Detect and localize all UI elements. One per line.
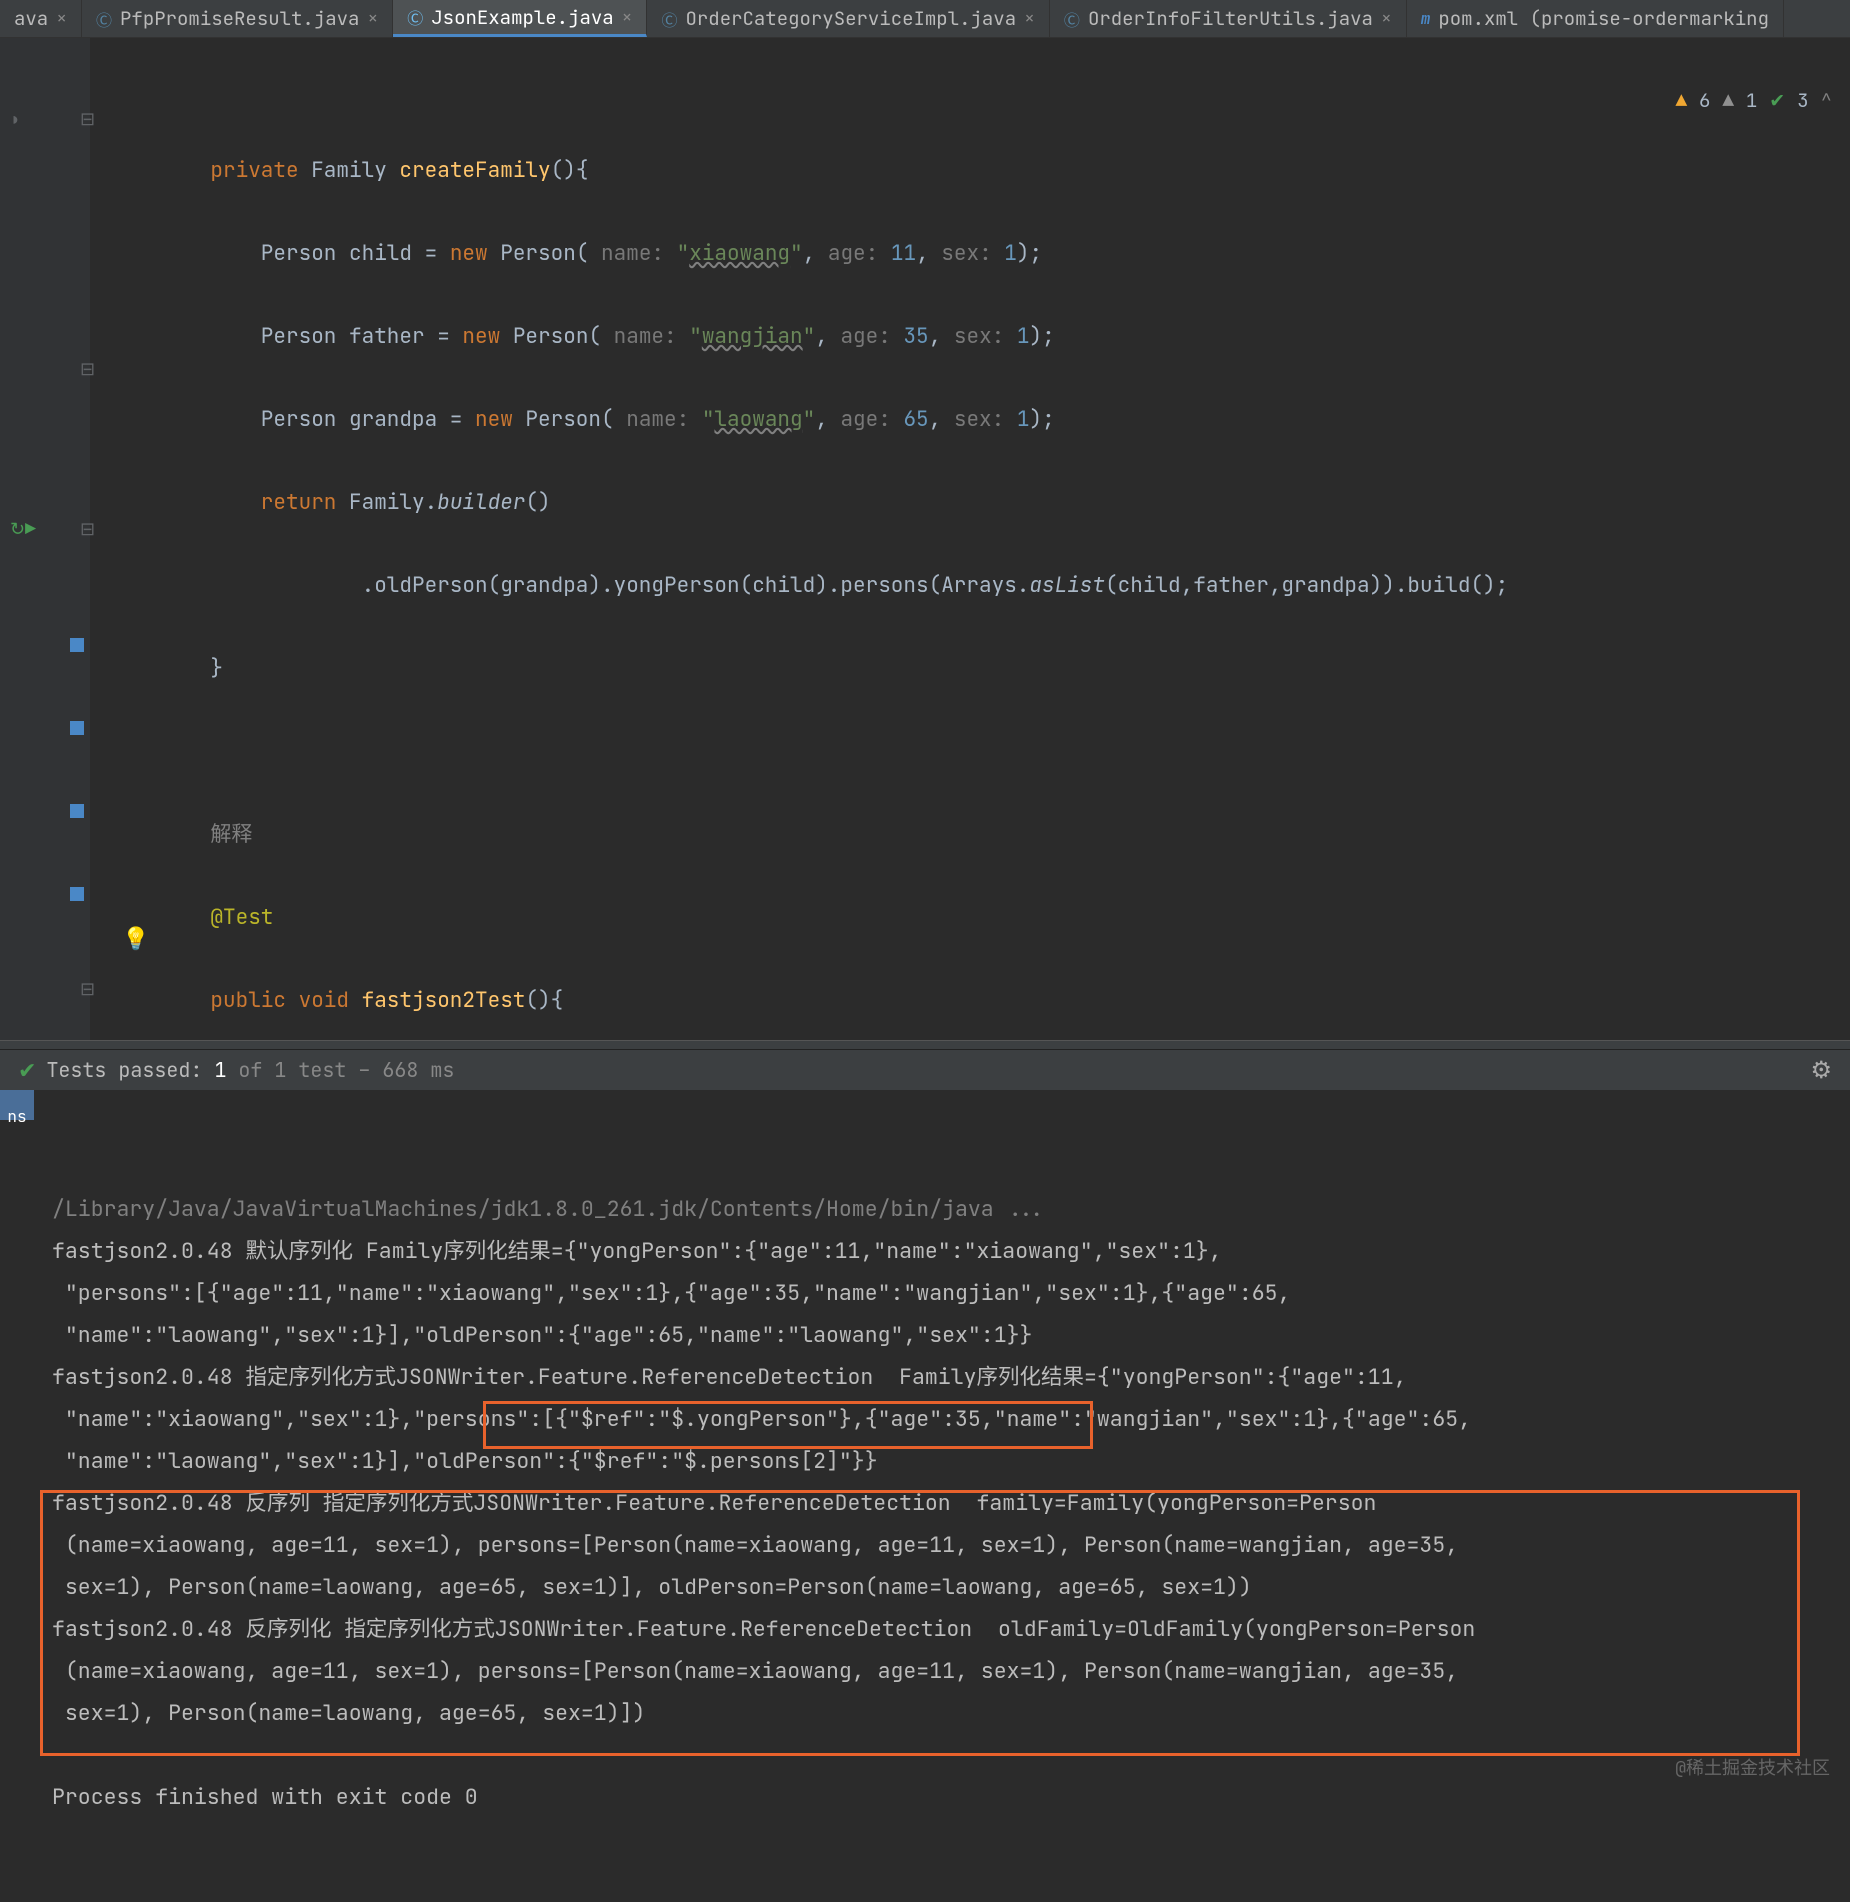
console-line: "name":"laowang","sex":1}],"oldPerson":{… — [52, 1447, 878, 1475]
tests-passed-label: Tests passed: 1 of 1 test – 668 ms — [46, 1057, 454, 1083]
java-class-icon: Ⓒ — [407, 5, 423, 29]
tab-label: OrderInfoFilterUtils.java — [1088, 6, 1373, 31]
console-line: fastjson2.0.48 默认序列化 Family序列化结果={"yongP… — [52, 1237, 1222, 1265]
tab-ava[interactable]: ava × — [0, 0, 82, 37]
tab-label: PfpPromiseResult.java — [120, 6, 359, 31]
console-line: fastjson2.0.48 指定序列化方式JSONWriter.Feature… — [52, 1363, 1407, 1391]
tab-label: ava — [14, 6, 48, 31]
close-icon[interactable]: × — [622, 6, 633, 29]
run-test-icon[interactable]: ↻▶ — [10, 518, 36, 541]
tab-label: OrderCategoryServiceImpl.java — [686, 6, 1017, 31]
close-icon[interactable]: × — [56, 7, 67, 30]
breakpoint-icon[interactable] — [70, 887, 84, 901]
panel-divider[interactable] — [0, 1040, 1850, 1050]
lightbulb-icon[interactable]: 💡 — [122, 924, 149, 953]
java-class-icon: Ⓒ — [661, 7, 677, 31]
close-icon[interactable]: × — [367, 7, 378, 30]
maven-icon: m — [1421, 8, 1431, 29]
console-line: fastjson2.0.48 反序列化 指定序列化方式JSONWriter.Fe… — [52, 1615, 1475, 1643]
watermark: @稀土掘金技术社区 — [1675, 1754, 1830, 1780]
tab-pom[interactable]: m pom.xml (promise-ordermarking — [1407, 0, 1784, 37]
tab-orderinfofilterutils[interactable]: Ⓒ OrderInfoFilterUtils.java × — [1050, 0, 1407, 37]
editor-gutter[interactable]: ◗ ↻▶ ⊟ ⊟ ⊟ ⊟ — [0, 38, 90, 1040]
console-line: "name":"xiaowang","sex":1},"persons":[{"… — [52, 1405, 1471, 1433]
fold-icon[interactable]: ⊟ — [80, 358, 95, 381]
tab-pfppromiseresult[interactable]: Ⓒ PfpPromiseResult.java × — [82, 0, 393, 37]
breakpoint-icon[interactable] — [70, 804, 84, 818]
tab-jsonexample[interactable]: Ⓒ JsonExample.java × — [393, 0, 647, 37]
close-icon[interactable]: × — [1024, 7, 1035, 30]
tab-ordercategoryserviceimpl[interactable]: Ⓒ OrderCategoryServiceImpl.java × — [647, 0, 1049, 37]
code-text[interactable]: private Family createFamily(){ Person ch… — [90, 38, 1850, 1040]
inspection-widget[interactable]: ▲ 6 ▲ 1 ✔ 3 ^ — [1676, 88, 1832, 113]
java-class-icon: Ⓒ — [96, 7, 112, 31]
code-editor[interactable]: ◗ ↻▶ ⊟ ⊟ ⊟ ⊟ 💡 ▲ 6 ▲ 1 ✔ 3 ^ private Family… — [0, 38, 1850, 1040]
error-count: 6 — [1699, 88, 1710, 113]
run-gutter-icon[interactable]: ◗ — [10, 108, 21, 131]
console-line: "persons":[{"age":11,"name":"xiaowang","… — [52, 1279, 1290, 1307]
test-status-bar: ✔ Tests passed: 1 of 1 test – 668 ms ⚙ — [0, 1050, 1850, 1090]
console-output[interactable]: ns /Library/Java/JavaVirtualMachines/jdk… — [0, 1090, 1850, 1770]
console-line: Process finished with exit code 0 — [52, 1783, 478, 1811]
console-line: fastjson2.0.48 反序列 指定序列化方式JSONWriter.Fea… — [52, 1489, 1376, 1517]
breakpoint-icon[interactable] — [70, 721, 84, 735]
console-line: (name=xiaowang, age=11, sex=1), persons=… — [52, 1657, 1471, 1685]
typo-icon: ✔ — [1769, 88, 1785, 113]
warn-icon: ▲ — [1722, 88, 1733, 113]
console-line: (name=xiaowang, age=11, sex=1), persons=… — [52, 1531, 1471, 1559]
console-line: "name":"laowang","sex":1}],"oldPerson":{… — [52, 1321, 1032, 1349]
console-tab[interactable]: ns — [0, 1090, 34, 1120]
warn-count: 1 — [1746, 88, 1757, 113]
gear-icon[interactable]: ⚙ — [1810, 1055, 1832, 1086]
breakpoint-icon[interactable] — [70, 638, 84, 652]
error-icon: ▲ — [1676, 88, 1687, 113]
console-line: sex=1), Person(name=laowang, age=65, sex… — [52, 1573, 1252, 1601]
tab-label: pom.xml (promise-ordermarking — [1438, 6, 1769, 31]
tests-passed-icon: ✔ — [18, 1056, 36, 1085]
java-class-icon: Ⓒ — [1064, 7, 1080, 31]
console-line: sex=1), Person(name=laowang, age=65, sex… — [52, 1699, 645, 1727]
editor-tabs: ava × Ⓒ PfpPromiseResult.java × Ⓒ JsonExampl… — [0, 0, 1850, 38]
chevron-up-icon[interactable]: ^ — [1821, 88, 1832, 113]
console-line: /Library/Java/JavaVirtualMachines/jdk1.8… — [52, 1195, 1045, 1223]
fold-icon[interactable]: ⊟ — [80, 108, 95, 131]
close-icon[interactable]: × — [1381, 7, 1392, 30]
typo-count: 3 — [1797, 88, 1808, 113]
fold-icon[interactable]: ⊟ — [80, 978, 95, 1001]
fold-icon[interactable]: ⊟ — [80, 518, 95, 541]
tab-label: JsonExample.java — [431, 5, 613, 30]
